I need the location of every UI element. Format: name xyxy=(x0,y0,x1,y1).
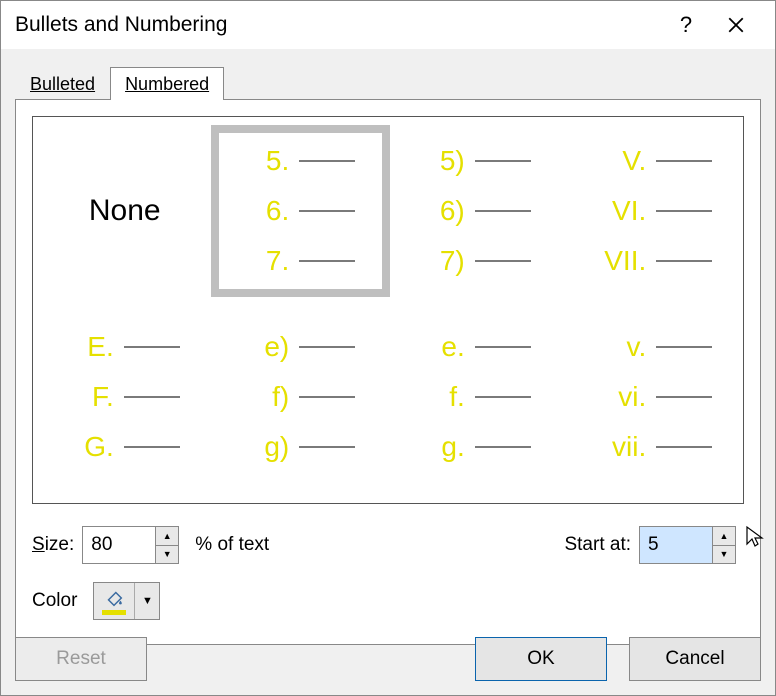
tab-bar: Bulleted Numbered xyxy=(1,49,775,100)
number-option-none[interactable]: None xyxy=(41,131,209,291)
startat-label: Start at: xyxy=(564,534,631,556)
dialog-title: Bullets and Numbering xyxy=(15,13,227,37)
startat-spin-up[interactable]: ▲ xyxy=(713,527,735,546)
close-icon xyxy=(727,16,745,34)
none-label: None xyxy=(89,194,161,228)
close-button[interactable] xyxy=(711,1,761,49)
startat-input[interactable] xyxy=(640,527,712,563)
number-option-arabic-paren[interactable]: 5) 6) 7) xyxy=(392,131,560,291)
number-option-roman-upper[interactable]: V. VI. VII. xyxy=(568,131,736,291)
tab-panel: None 5. 6. 7. 5) 6) 7) xyxy=(15,99,761,645)
color-label: Color xyxy=(32,590,77,612)
ok-button[interactable]: OK xyxy=(475,637,607,681)
size-spin-down[interactable]: ▼ xyxy=(156,546,178,564)
size-input[interactable] xyxy=(83,527,155,563)
startat-spinner[interactable]: ▲ ▼ xyxy=(639,526,736,564)
color-picker-button[interactable]: ▼ xyxy=(93,582,160,620)
number-option-arabic-period[interactable]: 5. 6. 7. xyxy=(217,131,385,291)
help-button[interactable]: ? xyxy=(661,1,711,49)
size-spin-up[interactable]: ▲ xyxy=(156,527,178,546)
size-suffix: % of text xyxy=(195,534,269,556)
titlebar: Bullets and Numbering ? xyxy=(1,1,775,49)
bullets-numbering-dialog: Bullets and Numbering ? Bulleted Numbere… xyxy=(0,0,776,696)
button-bar: Reset OK Cancel xyxy=(15,637,761,681)
tab-numbered[interactable]: Numbered xyxy=(110,67,224,100)
number-option-roman-lower[interactable]: v. vi. vii. xyxy=(568,317,736,477)
color-row: Color ▼ xyxy=(32,582,744,620)
number-option-alpha-lower-period[interactable]: e. f. g. xyxy=(392,317,560,477)
color-swatch-bar xyxy=(102,610,126,615)
size-spinner[interactable]: ▲ ▼ xyxy=(82,526,179,564)
color-dropdown-caret: ▼ xyxy=(134,583,159,619)
tab-bulleted[interactable]: Bulleted xyxy=(15,67,110,100)
cancel-button[interactable]: Cancel xyxy=(629,637,761,681)
numbering-gallery: None 5. 6. 7. 5) 6) 7) xyxy=(32,116,744,504)
number-option-alpha-upper[interactable]: E. F. G. xyxy=(41,317,209,477)
number-option-alpha-lower-paren[interactable]: e) f) g) xyxy=(217,317,385,477)
reset-button[interactable]: Reset xyxy=(15,637,147,681)
startat-spin-down[interactable]: ▼ xyxy=(713,546,735,564)
size-startat-row: Size: ▲ ▼ % of text Start at: ▲ ▼ xyxy=(32,526,744,564)
size-label: Size: xyxy=(32,534,74,556)
